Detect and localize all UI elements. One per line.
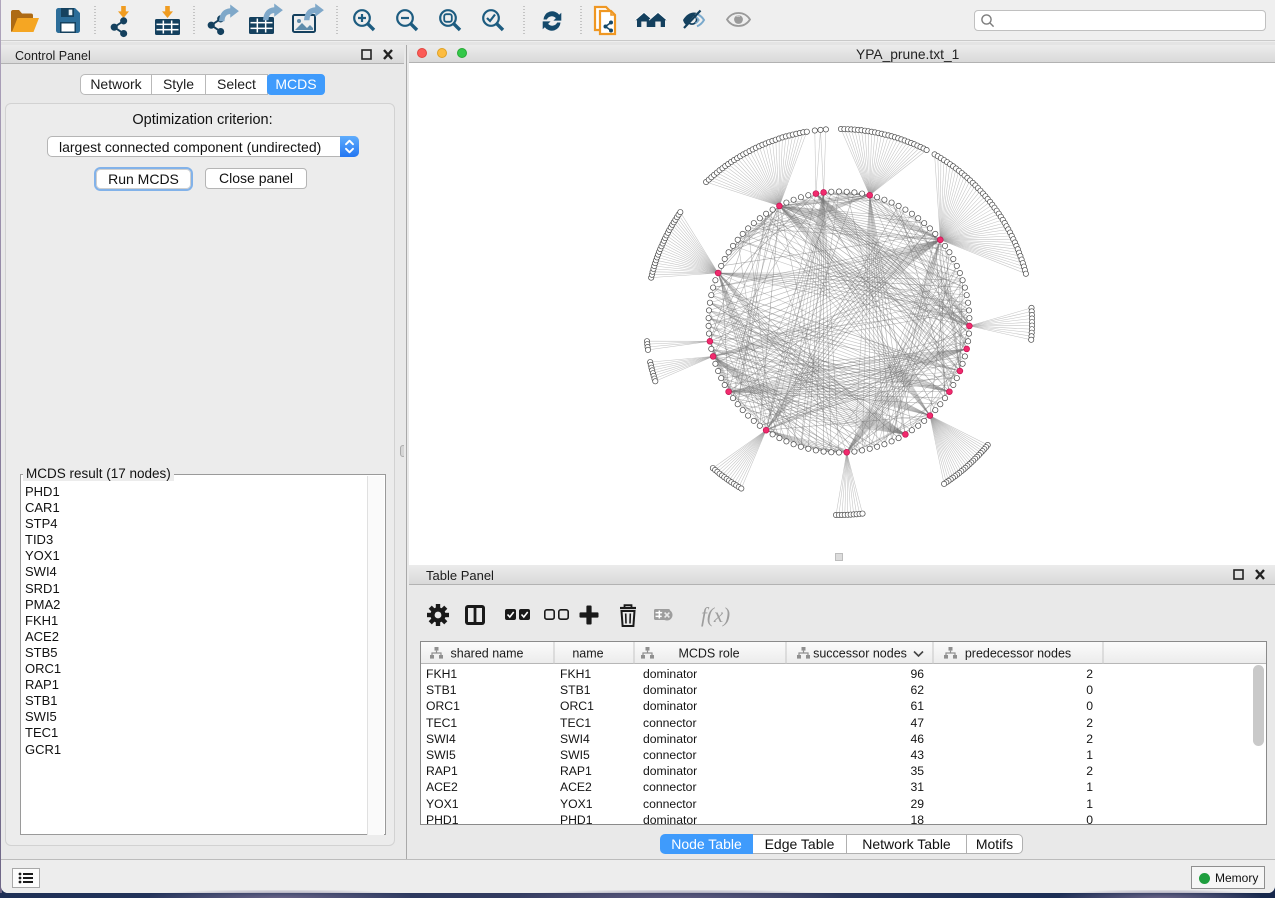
svg-text:f(x): f(x) [701, 603, 730, 627]
svg-text:shared name: shared name [451, 647, 524, 661]
svg-text:successor nodes: successor nodes [813, 647, 907, 661]
svg-text:MCDS role: MCDS role [678, 647, 739, 661]
svg-text:predecessor nodes: predecessor nodes [965, 647, 1071, 661]
svg-text:name: name [572, 647, 603, 661]
